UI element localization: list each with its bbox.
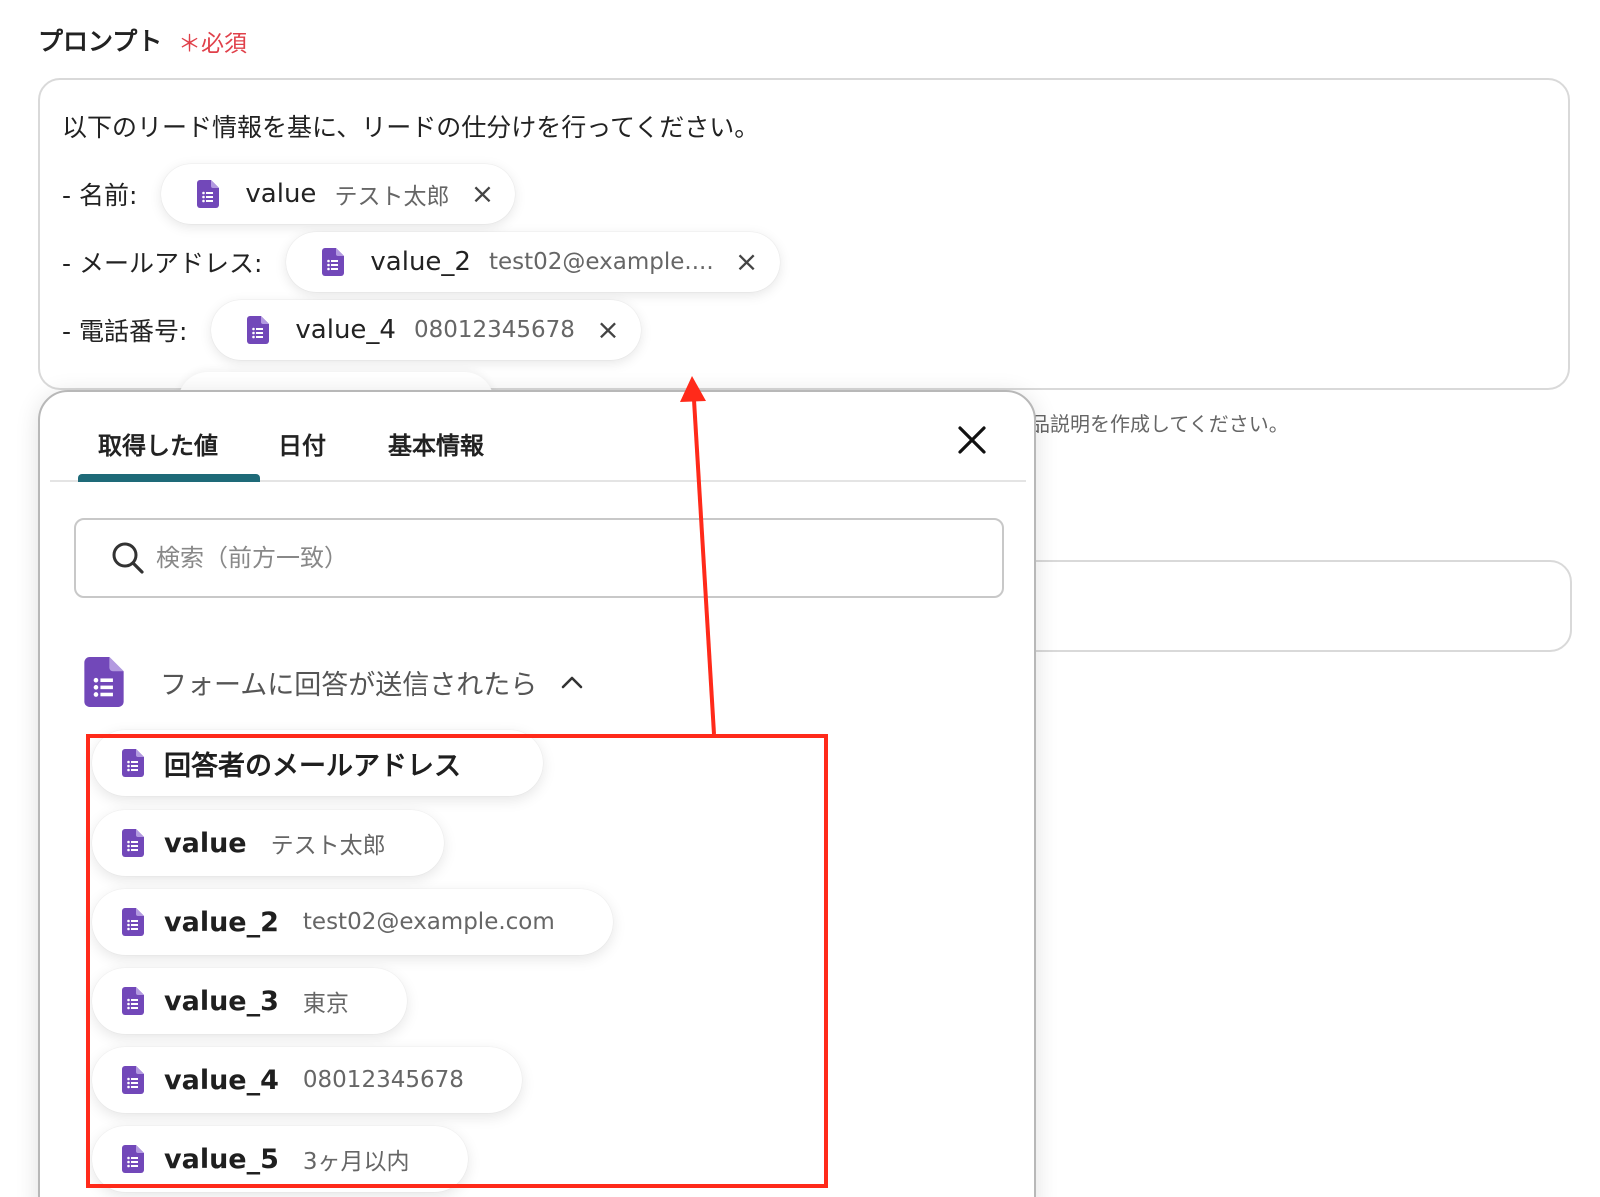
prompt-row-phone: - 電話番号: value_4 08012345678 ×	[62, 300, 641, 360]
item-name: value_3	[164, 985, 279, 1017]
secondary-input[interactable]	[1000, 560, 1572, 652]
chevron-up-icon	[561, 670, 583, 695]
item-name: value	[164, 827, 247, 859]
google-forms-icon	[122, 908, 144, 936]
close-icon[interactable]	[952, 420, 992, 460]
google-forms-icon	[84, 657, 124, 707]
required-mark: ＊必須	[178, 31, 247, 57]
google-forms-icon	[122, 829, 144, 857]
prompt-row-label: - メールアドレス:	[62, 249, 263, 278]
item-name: value_2	[164, 906, 279, 938]
list-item[interactable]: value_3 東京	[92, 968, 407, 1034]
item-name: value_4	[164, 1064, 279, 1096]
item-value: 3ヶ月以内	[302, 1149, 410, 1175]
google-forms-icon	[247, 316, 270, 344]
chip-name: value_4	[295, 315, 396, 345]
chip-value: test02@example....	[488, 249, 714, 275]
list-item[interactable]: value テスト太郎	[92, 810, 444, 876]
prompt-row-email: - メールアドレス: value_2 test02@example.... ×	[62, 232, 780, 292]
prompt-row-name: - 名前: value テスト太郎 ×	[62, 164, 516, 224]
chip-name: value_2	[370, 247, 471, 277]
prompt-field-label: プロンプト	[38, 27, 163, 56]
list-item[interactable]: 回答者のメールアドレス	[92, 730, 543, 796]
google-forms-icon	[122, 1066, 144, 1094]
google-forms-icon	[122, 987, 144, 1015]
tab-basic-info[interactable]: 基本情報	[388, 426, 484, 461]
chip-remove-icon[interactable]: ×	[467, 180, 497, 208]
tab-date[interactable]: 日付	[278, 426, 326, 461]
list-item[interactable]: value_2 test02@example.com	[92, 889, 613, 955]
active-tab-indicator	[78, 474, 260, 482]
variable-chip[interactable]: value テスト太郎 ×	[161, 164, 516, 224]
google-forms-icon	[122, 1145, 144, 1173]
chip-remove-icon[interactable]: ×	[732, 248, 762, 276]
search-input[interactable]	[156, 544, 976, 572]
search-icon	[112, 542, 144, 574]
chip-remove-icon[interactable]: ×	[593, 316, 623, 344]
prompt-intro-text: 以下のリード情報を基に、リードの仕分けを行ってください。	[62, 113, 760, 142]
google-forms-icon	[322, 248, 345, 276]
group-title: フォームに回答が送信されたら	[160, 669, 538, 701]
item-value: test02@example.com	[302, 909, 555, 935]
helper-text: 品説明を作成してください。	[1030, 412, 1289, 436]
form-editor: プロンプト ＊必須 以下のリード情報を基に、リードの仕分けを行ってください。 -…	[0, 0, 1600, 1197]
google-forms-icon	[122, 749, 144, 777]
prompt-row-label: - 名前:	[62, 181, 138, 210]
list-item[interactable]: value_5 3ヶ月以内	[92, 1126, 468, 1192]
item-value: 08012345678	[302, 1067, 464, 1093]
trigger-group-header[interactable]: フォームに回答が送信されたら	[84, 652, 583, 712]
search-field[interactable]	[74, 518, 1004, 598]
chip-value: テスト太郎	[334, 184, 450, 210]
list-item[interactable]: value_4 08012345678	[92, 1047, 522, 1113]
tab-retrieved-values[interactable]: 取得した値	[98, 426, 218, 461]
prompt-row-label: - 電話番号:	[62, 317, 188, 346]
variable-chip[interactable]: value_4 08012345678 ×	[211, 300, 641, 360]
item-value: 東京	[302, 991, 349, 1017]
variable-chip[interactable]: value_2 test02@example.... ×	[286, 232, 780, 292]
item-value: テスト太郎	[270, 833, 386, 859]
prompt-textarea[interactable]: 以下のリード情報を基に、リードの仕分けを行ってください。 - 名前: value…	[38, 78, 1570, 390]
variable-picker-popup: 取得した値 日付 基本情報 フォームに回答が送信されたら 回答者のメールアドレス	[38, 390, 1036, 1197]
picker-tabs: 取得した値 日付 基本情報	[50, 392, 1026, 482]
chip-value: 08012345678	[413, 317, 575, 343]
chip-name: value	[245, 179, 317, 209]
item-name: 回答者のメールアドレス	[164, 750, 461, 782]
item-name: value_5	[164, 1143, 279, 1175]
google-forms-icon	[197, 180, 220, 208]
